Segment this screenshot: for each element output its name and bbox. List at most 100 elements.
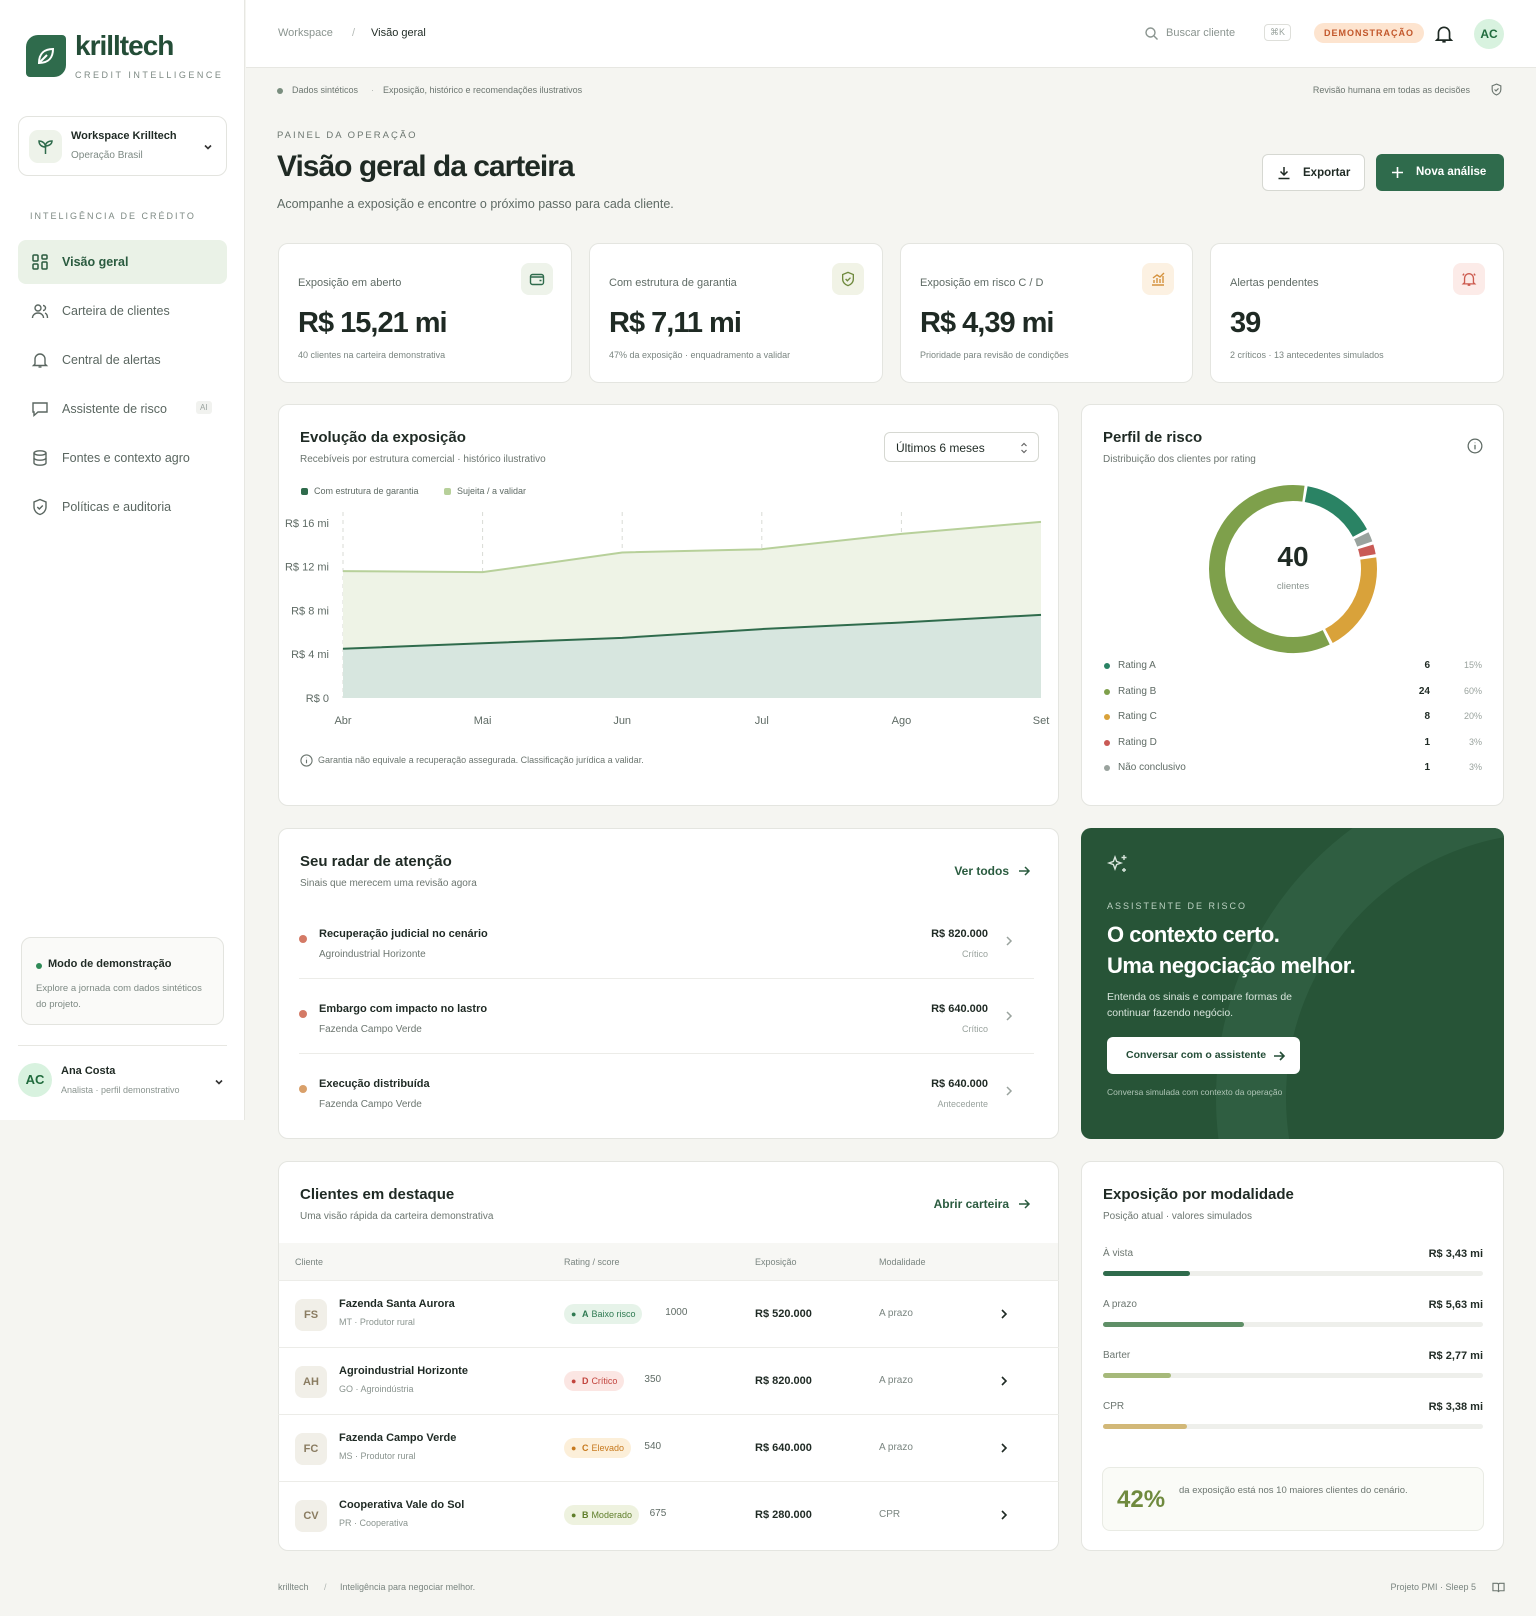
- chevron-right-icon[interactable]: [999, 1509, 1009, 1521]
- radar-item[interactable]: Embargo com impacto no lastro Fazenda Cam…: [299, 980, 1034, 1054]
- sidebar-item-fontes[interactable]: Fontes e contexto agro: [18, 436, 227, 480]
- search-icon[interactable]: [1144, 26, 1159, 41]
- brand-name[interactable]: krilltech: [75, 30, 174, 62]
- table-row[interactable]: CV Cooperativa Vale do Sol PR · Cooperativ…: [278, 1481, 1059, 1548]
- table-row[interactable]: FC Fazenda Campo Verde MS · Produtor rural…: [278, 1414, 1059, 1481]
- rating-count: 6: [1424, 660, 1430, 671]
- brand-logo-icon[interactable]: [26, 35, 66, 77]
- column-header-exposure[interactable]: Exposição: [755, 1257, 797, 1267]
- kpi-card-alerts: Alertas pendentes 39 2 críticos · 13 ant…: [1210, 243, 1504, 383]
- plus-icon: [1392, 167, 1403, 178]
- search-shortcut: ⌘K: [1264, 24, 1292, 41]
- radar-item[interactable]: Execução distribuída Fazenda Campo Verde R…: [299, 1055, 1034, 1129]
- sidebar-item-carteira[interactable]: Carteira de clientes: [18, 289, 227, 333]
- info-icon[interactable]: [1467, 438, 1483, 454]
- shield-icon: [33, 498, 47, 516]
- view-all-link[interactable]: Ver todos: [931, 863, 1031, 881]
- column-header-client[interactable]: Cliente: [295, 1257, 323, 1267]
- chevron-right-icon[interactable]: [999, 1375, 1009, 1387]
- table-row[interactable]: AH Agroindustrial Horizonte GO · Agroindús…: [278, 1347, 1059, 1414]
- new-analysis-button[interactable]: Nova análise: [1376, 154, 1504, 191]
- chevron-right-icon[interactable]: [999, 1442, 1009, 1454]
- sidebar-item-label: Políticas e auditoria: [62, 500, 172, 514]
- chevron-right-icon[interactable]: [999, 1308, 1009, 1320]
- insight-value: 42%: [1117, 1486, 1166, 1513]
- sidebar-item-label: Fontes e contexto agro: [62, 451, 190, 465]
- assistant-footnote: Conversa simulada com contexto da operaç…: [1107, 1087, 1283, 1097]
- rating-label: Crítico: [591, 1376, 618, 1386]
- modality-value: R$ 3,43 mi: [1428, 1248, 1483, 1260]
- user-name[interactable]: Ana Costa: [61, 1065, 115, 1077]
- modality-label: À vista: [1103, 1248, 1134, 1259]
- sidebar-item-politicas[interactable]: Políticas e auditoria: [18, 485, 227, 529]
- modality-subtitle: Posição atual · valores simulados: [1103, 1211, 1252, 1222]
- progress-fill: [1103, 1271, 1191, 1276]
- sidebar-item-visao-geral[interactable]: Visão geral: [18, 240, 227, 284]
- rating-color-dot: [1104, 739, 1110, 746]
- user-avatar[interactable]: AC: [18, 1063, 52, 1097]
- breadcrumb-workspace[interactable]: Workspace: [278, 27, 333, 39]
- search-input[interactable]: Buscar cliente: [1166, 27, 1235, 39]
- modality-label: A prazo: [1103, 1299, 1137, 1310]
- user-avatar[interactable]: AC: [1474, 19, 1504, 49]
- sidebar-item-assistente[interactable]: Assistente de risco AI: [18, 387, 227, 431]
- column-header-modality[interactable]: Modalidade: [879, 1257, 926, 1267]
- chart-footnote-text: Garantia não equivale a recuperação asse…: [318, 755, 644, 765]
- open-portfolio-link[interactable]: Abrir carteira: [911, 1196, 1031, 1214]
- rating-color-dot: [1104, 663, 1110, 669]
- client-location: GO · Agroindústria: [339, 1384, 414, 1394]
- chart-title: Evolução da exposição: [300, 429, 466, 446]
- chat-with-assistant-button[interactable]: Conversar com o assistente: [1107, 1037, 1300, 1074]
- x-tick-label: Mai: [474, 715, 492, 727]
- kpi-title: Alertas pendentes: [1230, 277, 1319, 289]
- shield-check-icon: [832, 263, 864, 295]
- rating-label: Rating A: [1118, 660, 1156, 671]
- column-header-rating[interactable]: Rating / score: [564, 1257, 620, 1267]
- modality-row: CPR R$ 3,38 mi: [1103, 1401, 1483, 1431]
- arrow-right-icon: [1274, 1051, 1286, 1061]
- workspace-subtitle: Operação Brasil: [71, 150, 143, 161]
- y-tick-label: R$ 0: [306, 693, 329, 705]
- book-icon[interactable]: [1492, 1581, 1505, 1594]
- client-exposure: R$ 520.000: [755, 1308, 812, 1320]
- risk-assistant-card: ASSISTENTE DE RISCO O contexto certo. Um…: [1081, 828, 1504, 1139]
- view-all-label: Ver todos: [954, 864, 1009, 878]
- period-value: Últimos 6 meses: [896, 441, 985, 455]
- client-initials: CV: [295, 1500, 327, 1532]
- export-button[interactable]: Exportar: [1262, 154, 1365, 191]
- workspace-switcher[interactable]: Workspace Krilltech Operação Brasil: [18, 116, 227, 176]
- progress-fill: [1103, 1373, 1172, 1378]
- demo-title: Modo de demonstração: [48, 958, 172, 970]
- rating-color-dot: [1104, 765, 1110, 771]
- notifications-bell-icon[interactable]: [1434, 24, 1454, 44]
- chat-icon: [32, 402, 48, 418]
- rating-badge: ● B Moderado: [564, 1505, 639, 1525]
- rating-badge: ● D Crítico: [564, 1371, 625, 1391]
- progress-track: [1103, 1424, 1483, 1429]
- radar-item[interactable]: Recuperação judicial no cenário Agroindus…: [299, 905, 1034, 979]
- user-role: Analista · perfil demonstrativo: [61, 1085, 180, 1095]
- x-tick-label: Jun: [613, 715, 631, 727]
- rating-percent: 20%: [1463, 711, 1482, 721]
- rating-row: Rating A 6 15%: [1104, 660, 1482, 674]
- kpi-card-risk: Exposição em risco C / D R$ 4,39 mi Prio…: [900, 243, 1193, 383]
- period-select[interactable]: Últimos 6 meses: [884, 432, 1039, 462]
- rating-grade: C: [581, 1443, 589, 1453]
- arrow-right-icon: [1019, 866, 1031, 876]
- banner-description: Exposição, histórico e recomendações ilu…: [383, 85, 583, 95]
- page-eyebrow: PAINEL DA OPERAÇÃO: [277, 130, 418, 141]
- divider: [18, 1045, 227, 1046]
- client-score: 675: [649, 1508, 667, 1519]
- radar-title: Seu radar de atenção: [300, 853, 452, 870]
- x-tick-label: Set: [1033, 715, 1050, 727]
- y-tick-label: R$ 4 mi: [291, 649, 329, 661]
- rating-color-dot: [1104, 688, 1110, 695]
- sidebar-item-alertas[interactable]: Central de alertas: [18, 338, 227, 382]
- risk-subtitle: Distribuição dos clientes por rating: [1103, 454, 1256, 465]
- chevron-down-icon[interactable]: [213, 1076, 225, 1088]
- nav-section-title: INTELIGÊNCIA DE CRÉDITO: [30, 211, 196, 221]
- y-tick-label: R$ 12 mi: [285, 562, 329, 574]
- footer-tagline: Inteligência para negociar melhor.: [340, 1582, 476, 1592]
- rating-count: 24: [1418, 685, 1430, 697]
- table-row[interactable]: FS Fazenda Santa Aurora MT · Produtor rura…: [278, 1280, 1059, 1347]
